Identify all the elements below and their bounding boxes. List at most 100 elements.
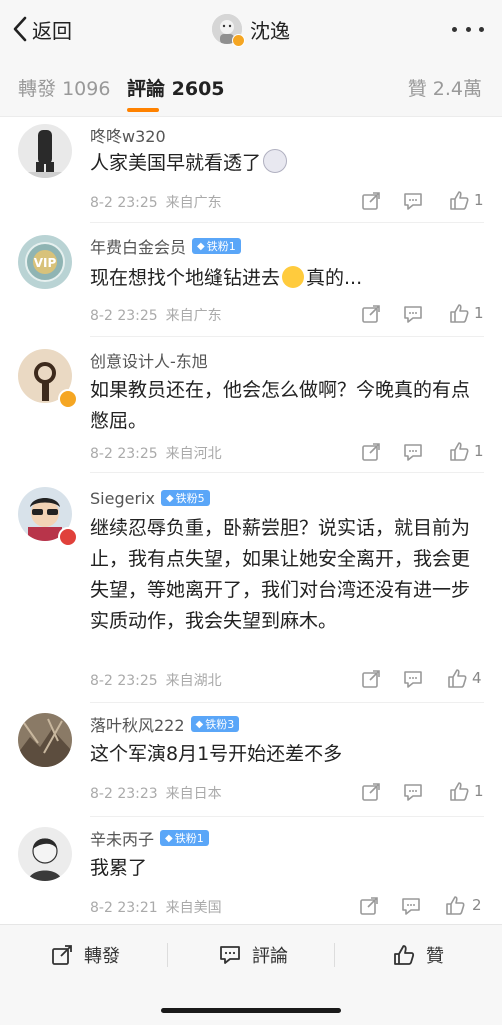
like-icon[interactable] <box>446 667 468 689</box>
comment-meta: 8-2 23:21 来自美国 <box>90 897 222 917</box>
reply-icon[interactable] <box>402 441 424 463</box>
like-icon[interactable] <box>444 894 466 916</box>
comment-author[interactable]: 创意设计人-东旭 <box>90 348 208 372</box>
diamond-icon: ◆ <box>165 492 174 504</box>
more-options-icon[interactable] <box>452 22 484 36</box>
tab-active-indicator <box>127 108 159 112</box>
comment-meta: 8-2 23:25 来自湖北 <box>90 670 222 690</box>
like-button[interactable]: 贊 <box>392 941 444 969</box>
reply-icon[interactable] <box>400 895 422 917</box>
share-icon[interactable] <box>360 190 382 212</box>
comment-item: 落叶秋风222 ◆ 铁粉3 这个军演8月1号开始还差不多 8-2 23:23 来自日… <box>0 703 502 815</box>
comment-time: 8-2 23:23 <box>90 786 158 802</box>
home-indicator[interactable] <box>161 1008 341 1013</box>
avatar[interactable]: VIP <box>18 235 72 289</box>
tab-comments[interactable]: 評論 2605 <box>127 74 225 101</box>
divider <box>167 943 168 967</box>
repost-icon <box>52 945 72 965</box>
comment-meta: 8-2 23:23 来自日本 <box>90 783 222 803</box>
repost-button[interactable]: 轉發 <box>50 941 120 969</box>
comment-text: 人家美国早就看透了 <box>90 148 480 179</box>
like-icon[interactable] <box>448 780 470 802</box>
comment-author[interactable]: 年费白金会员 <box>90 234 186 258</box>
tab-reposts-count: 1096 <box>62 78 111 100</box>
profile-title[interactable]: 沈逸 <box>212 12 290 47</box>
bottom-action-bar: 轉發 評論 贊 <box>0 924 502 1025</box>
avatar[interactable] <box>18 827 72 881</box>
diamond-icon: ◆ <box>197 240 205 252</box>
repost-label: 轉發 <box>84 946 120 967</box>
avatar[interactable] <box>18 124 72 178</box>
comment-time: 8-2 23:25 <box>90 308 158 324</box>
comment-button[interactable]: 評論 <box>218 941 288 969</box>
like-icon <box>394 945 415 965</box>
reply-icon[interactable] <box>402 668 424 690</box>
comment-time: 8-2 23:21 <box>90 900 158 916</box>
tab-reposts[interactable]: 轉發 1096 <box>18 74 110 101</box>
comment-author[interactable]: Siegerix <box>90 489 155 508</box>
comment-text-part: 真的... <box>306 267 363 289</box>
comment-item: Siegerix ◆ 铁粉5 继续忍辱负重，卧薪尝胆？说实话，就目前为止，我有点失… <box>0 473 502 701</box>
tab-comments-label: 評論 <box>127 78 166 100</box>
top-nav-bar: 返回 沈逸 <box>0 0 502 58</box>
avatar[interactable] <box>18 713 72 767</box>
comment-label: 評論 <box>252 946 288 967</box>
comment-time: 8-2 23:25 <box>90 673 158 689</box>
fan-badge-label: 铁粉1 <box>174 832 204 845</box>
comment-location: 来自广东 <box>165 195 222 211</box>
comment-author[interactable]: 辛未丙子 <box>90 826 154 850</box>
comment-location: 来自河北 <box>165 446 222 462</box>
like-icon[interactable] <box>448 440 470 462</box>
back-button[interactable]: 返回 <box>12 14 72 44</box>
share-icon[interactable] <box>360 781 382 803</box>
comment-text-part: 如果教员还在，他会怎么做啊？今晚真的有点憋屈。 <box>90 379 471 432</box>
comment-meta: 8-2 23:25 来自广东 <box>90 305 222 325</box>
fan-badge: ◆ 铁粉1 <box>160 830 209 846</box>
fan-badge: ◆ 铁粉1 <box>192 238 241 254</box>
avatar <box>212 14 245 47</box>
reply-icon[interactable] <box>402 781 424 803</box>
tab-bar: 轉發 1096 評論 2605 贊 2.4萬 <box>0 58 502 117</box>
like-count: 1 <box>474 782 484 800</box>
comment-item: VIP 年费白金会员 ◆ 铁粉1 现在想找个地缝钻进去 真的... 8-2 23:2… <box>0 223 502 335</box>
fan-badge-label: 铁粉5 <box>175 492 205 505</box>
reply-icon[interactable] <box>402 303 424 325</box>
comment-author-row: 创意设计人-东旭 <box>90 349 208 371</box>
comment-text: 这个军演8月1号开始还差不多 <box>90 739 480 770</box>
verified-badge-icon <box>58 389 78 409</box>
like-count: 1 <box>474 304 484 322</box>
comment-location: 来自湖北 <box>165 673 222 689</box>
comment-author[interactable]: 落叶秋风222 <box>90 712 185 736</box>
tab-likes-label: 贊 <box>407 78 427 100</box>
diamond-icon: ◆ <box>195 718 204 730</box>
diamond-icon: ◆ <box>165 832 173 844</box>
tab-likes[interactable]: 贊 2.4萬 <box>408 74 482 101</box>
comment-text: 我累了 <box>90 853 480 884</box>
like-icon[interactable] <box>448 302 470 324</box>
comment-text-part: 我累了 <box>90 857 148 879</box>
comment-text-part: 人家美国早就看透了 <box>90 152 262 174</box>
comment-location: 来自广东 <box>165 308 222 324</box>
share-icon[interactable] <box>358 895 380 917</box>
comment-item: 辛未丙子 ◆ 铁粉1 我累了 8-2 23:21 来自美国 2 <box>0 817 502 923</box>
emoji-tongue-face-icon <box>282 266 305 288</box>
comment-author-row: 辛未丙子 ◆ 铁粉1 <box>90 827 209 849</box>
like-count: 2 <box>472 896 482 914</box>
emoji-husky-icon <box>263 149 288 173</box>
comment-author[interactable]: 咚咚w320 <box>90 123 166 147</box>
like-count: 1 <box>474 191 484 209</box>
comment-author-row: 咚咚w320 <box>90 124 166 146</box>
back-label: 返回 <box>32 18 72 43</box>
tab-likes-count: 2.4萬 <box>432 78 482 100</box>
share-icon[interactable] <box>360 441 382 463</box>
comment-location: 来自日本 <box>165 786 222 802</box>
chevron-left-icon <box>13 16 27 42</box>
comment-author-row: 年费白金会员 ◆ 铁粉1 <box>90 235 241 257</box>
like-count: 1 <box>474 442 484 460</box>
like-icon[interactable] <box>448 189 470 211</box>
verified-badge-icon <box>232 34 245 47</box>
share-icon[interactable] <box>360 303 382 325</box>
comment-item: 咚咚w320 人家美国早就看透了 8-2 23:25 来自广东 1 <box>0 116 502 222</box>
share-icon[interactable] <box>360 668 382 690</box>
reply-icon[interactable] <box>402 190 424 212</box>
